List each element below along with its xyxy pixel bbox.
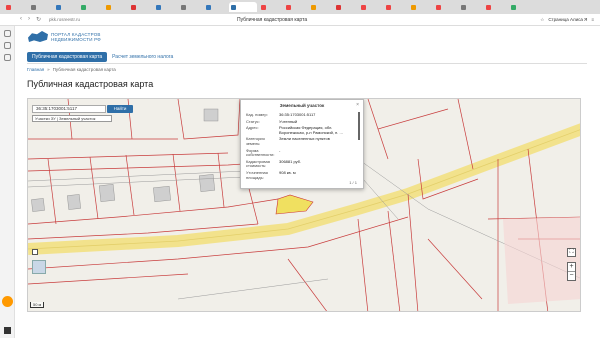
popup-row: Кад. номер: 36:35:1703001:5117 <box>241 112 363 119</box>
url-field[interactable]: pkk.rosreestr.ru <box>49 17 80 22</box>
popup-row-key: Уточненная площадь: <box>246 169 268 180</box>
nav-controls: ‹ › ↻ <box>0 16 41 23</box>
forward-icon[interactable]: › <box>28 16 30 23</box>
divider <box>27 63 587 64</box>
browser-tab[interactable] <box>4 2 27 12</box>
browser-sidebar <box>0 26 15 338</box>
popup-row-key: Кадастровая стоимость: <box>246 158 270 169</box>
sidebar-icon[interactable] <box>4 54 11 61</box>
fullscreen-icon[interactable]: ⛶ <box>567 248 576 257</box>
browser-tab[interactable] <box>179 2 202 12</box>
sidebar-icon[interactable] <box>4 42 11 49</box>
breadcrumb-current: Публичная кадастровая карта <box>52 67 116 72</box>
cadastral-map[interactable]: 36:35:1703001:5117 Найти Участки ЗУ | Зе… <box>27 98 581 312</box>
popup-title: Земельный участок <box>279 103 325 108</box>
browser-tab[interactable] <box>409 2 432 12</box>
zoom-out-button[interactable]: − <box>568 271 575 280</box>
reload-icon[interactable]: ↻ <box>36 16 41 23</box>
logo-line-2: НЕДВИЖИМОСТИ РФ <box>51 36 101 42</box>
logo-line-1: ПОРТАЛ КАДАСТРОВ <box>51 31 101 37</box>
browser-tab-active[interactable] <box>229 2 257 12</box>
popup-row-key: Форма собственности: <box>246 147 275 158</box>
breadcrumb: Главная » Публичная кадастровая карта <box>27 67 116 72</box>
browser-tab[interactable] <box>384 2 407 12</box>
menu-icon[interactable]: ≡ <box>591 17 594 22</box>
popup-row-value: 908 кв. м <box>279 169 296 175</box>
popup-row-key: Статус: <box>246 118 260 124</box>
address-right: ☆ Страница Алиса Я ≡ <box>540 17 594 23</box>
sidebar-icon[interactable] <box>4 30 11 37</box>
popup-row-key: Адрес: <box>246 125 259 131</box>
browser-tab[interactable] <box>509 2 532 12</box>
basemap-switcher-icon[interactable] <box>32 260 46 274</box>
popup-row: Адрес: Российская Федерация, обл. Воронеж… <box>241 125 363 136</box>
nav-cadastral-map[interactable]: Публичная кадастровая карта <box>27 52 108 62</box>
page-content: ПОРТАЛ КАДАСТРОВ НЕДВИЖИМОСТИ РФ Публичн… <box>15 26 600 338</box>
popup-row: Категория земель: Земли населенных пункто… <box>241 136 363 147</box>
popup-row-value: 306881 руб. <box>279 158 302 164</box>
zoom-control: + − <box>567 262 576 281</box>
popup-row-value: Российская Федерация, обл. Воронежская, … <box>279 125 343 135</box>
browser-tab[interactable] <box>79 2 102 12</box>
breadcrumb-home[interactable]: Главная <box>27 67 44 72</box>
site-nav: Публичная кадастровая карта Расчет земел… <box>27 52 173 62</box>
popup-row-key: Кад. номер: <box>246 112 268 117</box>
browser-tab[interactable] <box>204 2 227 12</box>
popup-row-value: Учтенный <box>279 118 298 124</box>
breadcrumb-separator: » <box>47 67 50 72</box>
browser-tab[interactable] <box>309 2 332 12</box>
cadastral-search-input[interactable]: 36:35:1703001:5117 <box>32 105 106 113</box>
popup-row: Статус: Учтенный <box>241 119 363 126</box>
parcel-info-popup: × Земельный участок Кад. номер: 36:35:170… <box>240 99 364 189</box>
user-profile[interactable]: Страница Алиса Я <box>548 17 587 22</box>
russia-map-logo-icon <box>28 31 48 42</box>
back-icon[interactable]: ‹ <box>20 16 22 23</box>
popup-pager: 1 / 1 <box>349 180 357 185</box>
popup-row-value: - <box>279 147 281 153</box>
close-icon[interactable]: × <box>356 102 359 108</box>
page-title: Публичная кадастровая карта <box>27 79 154 89</box>
browser-tab[interactable] <box>484 2 507 12</box>
browser-tab[interactable] <box>29 2 52 12</box>
sidebar-app-icon[interactable] <box>2 296 13 307</box>
popup-row: Уточненная площадь: 908 кв. м <box>241 170 363 181</box>
scale-bar: 50 м <box>30 302 45 308</box>
popup-row: Кадастровая стоимость: 306881 руб. <box>241 159 363 170</box>
popup-row: Форма собственности: - <box>241 148 363 159</box>
browser-tab[interactable] <box>154 2 177 12</box>
browser-tab[interactable] <box>104 2 127 12</box>
address-bar: ‹ › ↻ pkk.rosreestr.ru Публичная кадастр… <box>0 14 600 26</box>
browser-tab-bar <box>0 0 600 14</box>
find-button[interactable]: Найти <box>107 105 133 113</box>
popup-row-value: Земли населенных пунктов <box>279 136 330 142</box>
browser-tab[interactable] <box>359 2 382 12</box>
popup-row-value: 36:35:1703001:5117 <box>279 112 316 117</box>
windows-start-icon[interactable] <box>4 327 11 334</box>
browser-tab[interactable] <box>434 2 457 12</box>
popup-scrollbar[interactable] <box>358 112 360 140</box>
browser-tab[interactable] <box>459 2 482 12</box>
browser-tab[interactable] <box>54 2 77 12</box>
bookmark-icon[interactable]: ☆ <box>540 17 544 23</box>
zoom-in-button[interactable]: + <box>568 263 575 271</box>
popup-row-key: Категория земель: <box>246 136 265 146</box>
browser-tab[interactable] <box>334 2 357 12</box>
browser-tab[interactable] <box>284 2 307 12</box>
site-logo[interactable]: ПОРТАЛ КАДАСТРОВ НЕДВИЖИМОСТИ РФ <box>28 31 101 42</box>
page-window-title: Публичная кадастровая карта <box>237 16 308 23</box>
nav-land-tax[interactable]: Расчет земельного налога <box>112 54 173 60</box>
select-tool-icon[interactable] <box>32 249 38 255</box>
browser-tab[interactable] <box>129 2 152 12</box>
layer-select[interactable]: Участки ЗУ | Земельный участок <box>32 115 112 122</box>
browser-tab[interactable] <box>259 2 282 12</box>
